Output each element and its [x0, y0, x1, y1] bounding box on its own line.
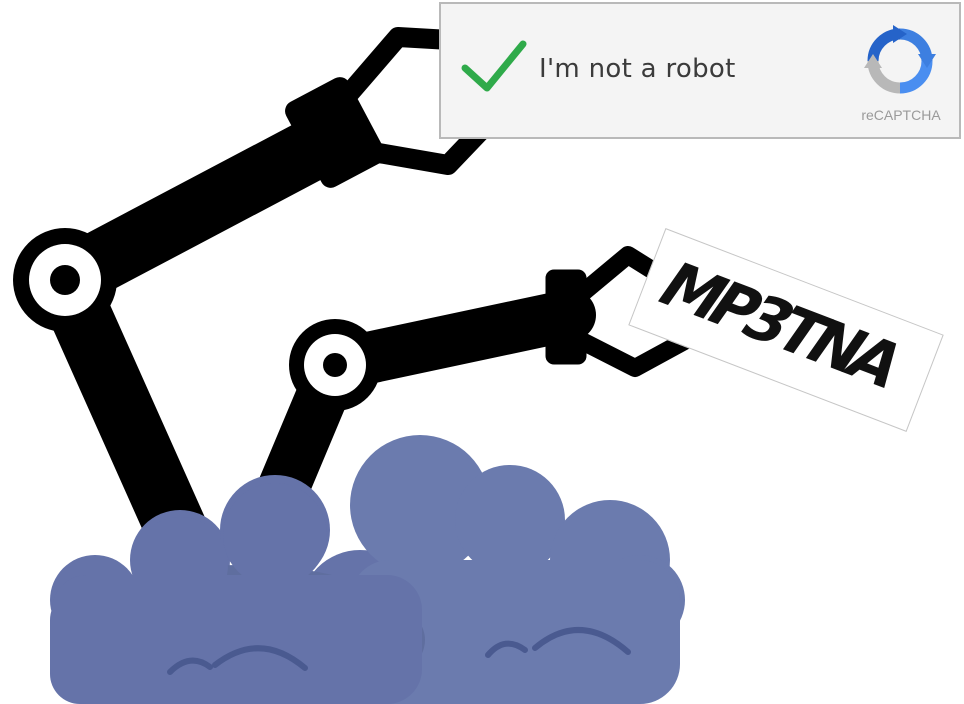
recaptcha-brand-label: reCAPTCHA [861, 107, 941, 123]
recaptcha-logo-icon [864, 25, 936, 94]
right-arm-joint [289, 319, 381, 411]
checkmark-icon[interactable] [459, 38, 529, 96]
left-arm-joint [13, 228, 117, 332]
recaptcha-label: I'm not a robot [539, 54, 736, 84]
recaptcha-widget[interactable]: I'm not a robot reCAPTCHA [439, 2, 961, 139]
